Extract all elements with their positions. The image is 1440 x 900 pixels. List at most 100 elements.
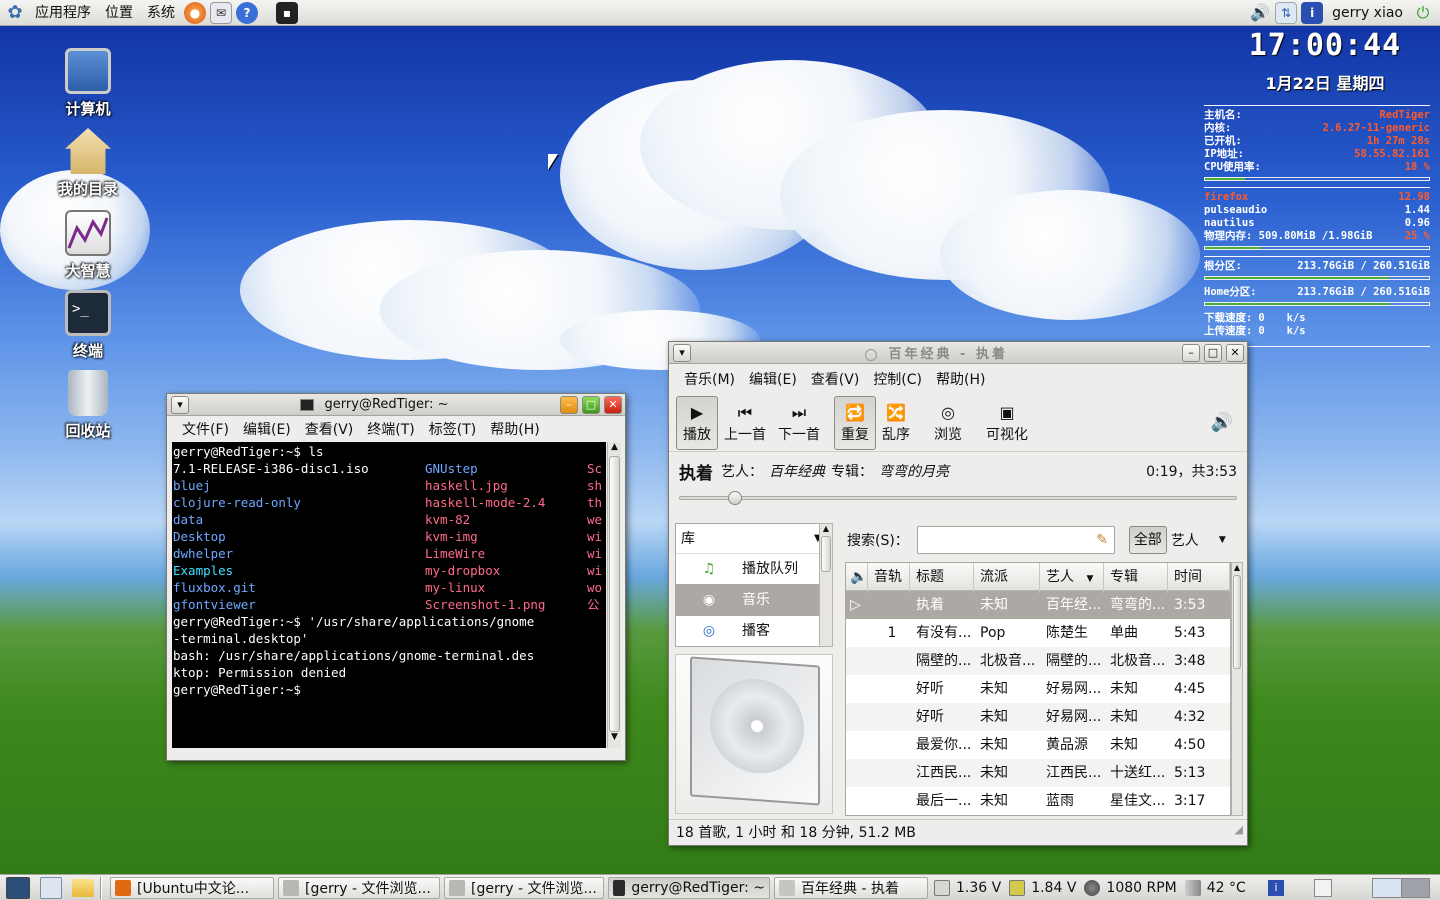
player-menu-control[interactable]: 控制(C): [866, 369, 929, 389]
library-selector[interactable]: 库 ▼: [676, 524, 832, 554]
library-item-podcast[interactable]: ◎ 播客: [676, 616, 832, 646]
workspace-1[interactable]: [1373, 878, 1402, 897]
filter-field-select[interactable]: 艺人 ▼: [1171, 530, 1226, 550]
menu-places[interactable]: 位置: [98, 0, 140, 26]
sensor-temperature[interactable]: 42 °C: [1184, 879, 1246, 896]
notes-icon[interactable]: [1314, 878, 1332, 897]
player-menu-edit[interactable]: 编辑(E): [742, 369, 804, 389]
seek-bar[interactable]: [679, 490, 1237, 506]
info-icon[interactable]: i: [1268, 879, 1284, 896]
play-button[interactable]: ▶ 播放: [676, 395, 718, 450]
column-header-track[interactable]: 音轨: [868, 563, 910, 593]
player-menu-view[interactable]: 查看(V): [804, 369, 867, 389]
menu-system[interactable]: 系统: [140, 0, 182, 26]
visualization-button[interactable]: ▣ 可视化: [980, 396, 1034, 450]
next-button[interactable]: ⏭ 下一首: [772, 396, 826, 450]
search-input[interactable]: ✎: [916, 526, 1115, 554]
power-icon[interactable]: ⏻: [1412, 2, 1434, 24]
player-menu-music[interactable]: 音乐(M): [677, 369, 742, 389]
terminal-menu-edit[interactable]: 编辑(E): [236, 419, 298, 439]
track-row[interactable]: 最爱你... 未知 黄品源 未知 4:50: [846, 731, 1230, 759]
task-music-player[interactable]: 百年经典 - 执着: [774, 876, 928, 899]
shuffle-button[interactable]: 🔀 乱序: [876, 396, 916, 450]
track-row[interactable]: ▷ 执着 未知 百年经... 弯弯的... 3:53: [846, 591, 1230, 619]
firefox-icon[interactable]: ●: [184, 1, 206, 24]
scrollbar-thumb[interactable]: [1233, 575, 1241, 669]
window-menu-button[interactable]: ▾: [673, 343, 691, 362]
previous-button[interactable]: ⏮ 上一首: [718, 396, 772, 450]
column-header-album[interactable]: 专辑: [1104, 563, 1168, 593]
track-row[interactable]: 好听 未知 好易网... 未知 4:32: [846, 703, 1230, 731]
volume-icon[interactable]: 🔊: [1249, 2, 1271, 24]
network-icon[interactable]: ⇅: [1275, 1, 1298, 24]
terminal-scrollbar[interactable]: ▲ ▼: [607, 442, 621, 748]
library-item-queue[interactable]: ♫ 播放队列: [676, 554, 832, 584]
column-header-playing[interactable]: 🔈: [846, 563, 868, 593]
library-scrollbar[interactable]: ▲: [819, 523, 833, 647]
show-desktop-icon[interactable]: [6, 876, 30, 899]
terminal-menu-help[interactable]: 帮助(H): [483, 419, 546, 439]
seek-thumb[interactable]: [728, 491, 743, 505]
task-file-browser-2[interactable]: [gerry - 文件浏览...: [444, 876, 604, 899]
track-row[interactable]: 江西民... 未知 江西民... 十送红... 5:13: [846, 759, 1230, 787]
minimize-button[interactable]: –: [560, 395, 578, 414]
network-manager-icon[interactable]: [40, 876, 62, 899]
column-header-genre[interactable]: 流派: [974, 563, 1040, 593]
menu-applications[interactable]: 应用程序: [28, 0, 98, 26]
column-header-time[interactable]: 时间: [1168, 563, 1230, 593]
track-row[interactable]: 1 有没有... Pop 陈楚生 单曲 5:43: [846, 619, 1230, 647]
window-menu-button[interactable]: ▾: [171, 395, 189, 414]
browse-button[interactable]: ◎ 浏览: [928, 396, 968, 450]
desktop-icon-trash[interactable]: 回收站: [43, 370, 133, 441]
scroll-up-arrow-icon[interactable]: ▲: [820, 524, 832, 536]
minimize-button[interactable]: –: [1182, 343, 1200, 362]
scroll-down-arrow-icon[interactable]: ▼: [608, 732, 621, 746]
column-header-title[interactable]: 标题: [910, 563, 974, 593]
sensor-voltage-1[interactable]: 1.36 V: [934, 879, 1001, 896]
help-icon[interactable]: ?: [236, 1, 258, 24]
player-menu-help[interactable]: 帮助(H): [929, 369, 992, 389]
user-name[interactable]: gerry xiao: [1325, 0, 1410, 26]
desktop-icon-dzh[interactable]: 大智慧: [43, 210, 133, 281]
filter-all-button[interactable]: 全部: [1128, 526, 1167, 554]
desktop-icon-computer[interactable]: 计算机: [43, 48, 133, 119]
mail-icon[interactable]: ✉: [210, 1, 232, 24]
clear-search-icon[interactable]: ✎: [1096, 532, 1108, 548]
info-icon[interactable]: i: [1301, 1, 1324, 24]
task-file-browser-1[interactable]: [gerry - 文件浏览...: [278, 876, 440, 899]
terminal-menu-file[interactable]: 文件(F): [175, 419, 236, 439]
repeat-button[interactable]: 🔁 重复: [834, 395, 876, 450]
resize-grip-icon[interactable]: ◢: [1235, 817, 1243, 843]
terminal-launcher-icon[interactable]: ▪: [276, 1, 298, 24]
volume-icon[interactable]: 🔊: [1211, 412, 1233, 433]
scroll-up-arrow-icon[interactable]: ▲: [608, 442, 621, 456]
player-titlebar[interactable]: ▾ 百年经典 - 执着 – □ ✕: [669, 342, 1247, 364]
workspace-2[interactable]: [1401, 878, 1429, 897]
workspace-switcher[interactable]: [1372, 877, 1430, 898]
sensor-voltage-2[interactable]: 1.84 V: [1009, 879, 1076, 896]
folder-icon[interactable]: [72, 878, 94, 897]
maximize-button[interactable]: □: [582, 395, 600, 414]
close-button[interactable]: ✕: [1226, 343, 1244, 362]
library-item-music[interactable]: ◉ 音乐: [676, 584, 832, 616]
track-list-scrollbar[interactable]: ▲: [1231, 562, 1243, 816]
terminal-titlebar[interactable]: ▾ gerry@RedTiger: ~ – □ ✕: [167, 394, 625, 416]
terminal-menu-terminal[interactable]: 终端(T): [360, 419, 421, 439]
close-button[interactable]: ✕: [604, 395, 622, 414]
terminal-menu-view[interactable]: 查看(V): [298, 419, 361, 439]
desktop-icon-home[interactable]: 我的目录: [43, 128, 133, 199]
task-firefox[interactable]: [Ubuntu中文论...: [110, 876, 274, 899]
scroll-up-arrow-icon[interactable]: ▲: [1232, 563, 1242, 575]
scrollbar-thumb[interactable]: [609, 456, 620, 732]
maximize-button[interactable]: □: [1204, 343, 1222, 362]
column-header-artist[interactable]: 艺人 ▼: [1040, 563, 1104, 593]
scrollbar-thumb[interactable]: [821, 536, 831, 572]
desktop-icon-terminal[interactable]: >_ 终端: [43, 290, 133, 361]
terminal-output[interactable]: gerry@RedTiger:~$ ls 7.1-RELEASE-i386-di…: [172, 442, 606, 748]
terminal-menu-tabs[interactable]: 标签(T): [422, 419, 483, 439]
track-row[interactable]: 最后一... 未知 蓝雨 星佳文... 3:17: [846, 787, 1230, 815]
track-row[interactable]: 好听 未知 好易网... 未知 4:45: [846, 675, 1230, 703]
track-row[interactable]: 隔壁的... 北极音... 隔壁的... 北极音... 3:48: [846, 647, 1230, 675]
sensor-fan[interactable]: 1080 RPM: [1084, 879, 1177, 896]
task-terminal[interactable]: gerry@RedTiger: ~: [608, 876, 770, 899]
